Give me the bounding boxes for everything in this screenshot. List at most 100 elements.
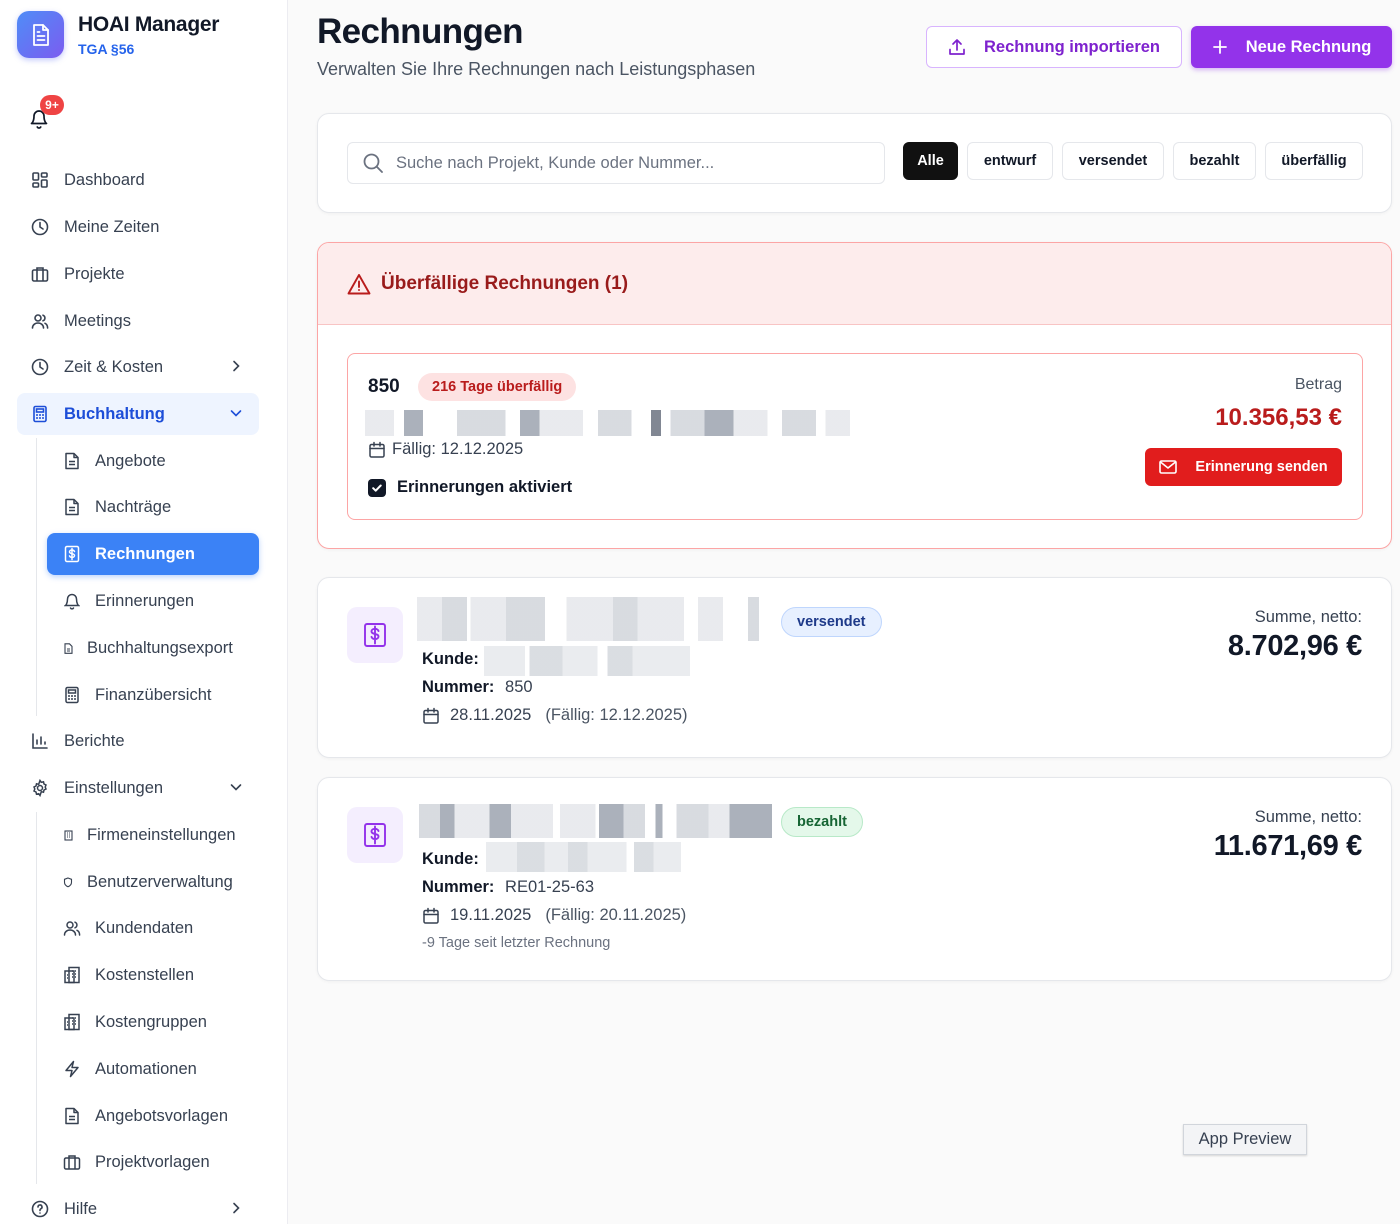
- reminders-checkbox[interactable]: [368, 478, 386, 497]
- sidebar-item-label: Finanzübersicht: [95, 685, 212, 704]
- search-input[interactable]: [396, 153, 866, 173]
- invoice-date: 28.11.2025 (Fällig: 12.12.2025): [422, 706, 688, 725]
- sidebar-item-label: Buchhaltung: [64, 404, 165, 423]
- redacted-customer-name: [486, 842, 681, 872]
- sidebar-item-label: Projektvorlagen: [95, 1152, 210, 1171]
- invoice-number: 850: [505, 678, 533, 696]
- overdue-invoice[interactable]: 850 216 Tage überfällig Fällig: 12.12.20…: [347, 353, 1363, 520]
- sidebar-item-projekte[interactable]: Projekte: [17, 253, 259, 295]
- invoice-due-text: (Fällig: 20.11.2025): [545, 906, 687, 924]
- invoice-card[interactable]: bezahlt Kunde: Nummer: RE01-25-63 19.11.…: [317, 777, 1392, 981]
- sidebar-item-kostengruppen[interactable]: Kostengruppen: [47, 1001, 259, 1043]
- sidebar-item-label: Angebote: [95, 451, 166, 470]
- sidebar-item-rechnungen[interactable]: Rechnungen: [47, 533, 259, 575]
- invoice-sum: 8.702,96 €: [1227, 630, 1362, 662]
- sidebar-item-firmeneinstellungen[interactable]: Firmeneinstellungen: [47, 814, 259, 856]
- sidebar-item-buchhaltung[interactable]: Buchhaltung: [17, 393, 259, 435]
- help-circle-icon: [30, 1199, 50, 1219]
- number-label: Nummer:: [422, 878, 495, 896]
- sidebar-item-erinnerungen[interactable]: Erinnerungen: [47, 580, 259, 622]
- document-icon: [17, 11, 64, 58]
- clock-icon: [30, 217, 50, 237]
- invoice-number: 850: [368, 376, 400, 397]
- customer-line: Kunde:: [422, 850, 479, 869]
- number-line: Nummer: RE01-25-63: [422, 878, 594, 897]
- filter-ueberfaellig[interactable]: überfällig: [1265, 142, 1363, 180]
- sum-label: Summe, netto:: [1254, 608, 1362, 626]
- sidebar-item-meine-zeiten[interactable]: Meine Zeiten: [17, 206, 259, 248]
- sidebar-item-finanzuebersicht[interactable]: Finanzübersicht: [47, 674, 259, 716]
- sidebar-item-einstellungen[interactable]: Einstellungen: [17, 767, 259, 809]
- status-badge: bezahlt: [781, 807, 863, 837]
- search-card: Alle entwurf versendet bezahlt überfälli…: [317, 113, 1392, 213]
- invoice-date-text: 19.11.2025: [450, 906, 532, 924]
- reminders-toggle[interactable]: Erinnerungen aktiviert: [368, 478, 572, 497]
- overdue-title: Überfällige Rechnungen (1): [381, 272, 629, 294]
- sidebar-item-label: Kostenstellen: [95, 965, 195, 984]
- briefcase-icon: [30, 264, 50, 284]
- tree-line: [36, 812, 37, 1184]
- sum-label: Summe, netto:: [1254, 808, 1362, 826]
- sidebar-item-benutzerverwaltung[interactable]: Benutzerverwaltung: [47, 861, 259, 903]
- filter-alle[interactable]: Alle: [903, 142, 958, 180]
- sidebar-item-angebote[interactable]: Angebote: [47, 440, 259, 482]
- sidebar-item-buchhaltungsexport[interactable]: Buchhaltungsexport: [47, 627, 259, 669]
- notification-badge: 9+: [40, 95, 64, 115]
- users-icon: [63, 919, 81, 937]
- bell-icon: [63, 592, 81, 610]
- building-icon: [63, 966, 81, 984]
- sidebar-item-nachtraege[interactable]: Nachträge: [47, 486, 259, 528]
- building-icon: [63, 1013, 81, 1031]
- invoice-note: -9 Tage seit letzter Rechnung: [422, 935, 611, 951]
- lightning-icon: [63, 1060, 81, 1078]
- plus-icon: [1212, 40, 1227, 54]
- sidebar-item-label: Berichte: [64, 731, 125, 750]
- send-reminder-button[interactable]: Erinnerung senden: [1145, 448, 1342, 486]
- calendar-icon: [423, 707, 439, 724]
- briefcase-icon: [63, 1153, 81, 1171]
- sidebar-item-zeit-kosten[interactable]: Zeit & Kosten: [17, 346, 259, 388]
- sidebar-item-label: Zeit & Kosten: [64, 357, 164, 376]
- brand[interactable]: HOAI Manager TGA §56: [17, 11, 219, 58]
- sidebar-item-hilfe[interactable]: Hilfe: [17, 1188, 259, 1224]
- due-date-text: Fällig: 12.12.2025: [392, 440, 524, 458]
- sidebar-item-kostenstellen[interactable]: Kostenstellen: [47, 954, 259, 996]
- new-invoice-label: Neue Rechnung: [1245, 37, 1372, 56]
- sidebar-item-angebotsvorlagen[interactable]: Angebotsvorlagen: [47, 1095, 259, 1137]
- gear-icon: [30, 778, 50, 798]
- sidebar-item-berichte[interactable]: Berichte: [17, 720, 259, 762]
- building-icon: [63, 826, 73, 844]
- app-title: HOAI Manager: [78, 12, 220, 36]
- users-icon: [30, 311, 50, 331]
- search-box[interactable]: [347, 142, 885, 184]
- sidebar-item-label: Erinnerungen: [95, 591, 195, 610]
- sidebar-item-meetings[interactable]: Meetings: [17, 300, 259, 342]
- new-invoice-button[interactable]: Neue Rechnung: [1191, 26, 1392, 68]
- sidebar-item-automationen[interactable]: Automationen: [47, 1048, 259, 1090]
- sidebar-item-label: Projekte: [64, 264, 125, 283]
- document-icon: [63, 498, 81, 516]
- import-invoice-button[interactable]: Rechnung importieren: [926, 26, 1182, 68]
- chevron-right-icon: [233, 360, 240, 372]
- filter-versendet[interactable]: versendet: [1062, 142, 1164, 180]
- invoice-number: RE01-25-63: [505, 878, 595, 896]
- overdue-header: Überfällige Rechnungen (1): [318, 243, 1391, 325]
- filter-entwurf[interactable]: entwurf: [967, 142, 1053, 180]
- sidebar-item-label: Firmeneinstellungen: [87, 825, 236, 844]
- sidebar-item-dashboard[interactable]: Dashboard: [17, 159, 259, 201]
- clock-icon: [30, 357, 50, 377]
- customer-label: Kunde:: [422, 850, 479, 868]
- overdue-section: Überfällige Rechnungen (1) 850 216 Tage …: [317, 242, 1392, 549]
- sidebar-item-label: Rechnungen: [95, 544, 195, 563]
- overdue-amount: 10.356,53 €: [1215, 404, 1342, 431]
- due-date: Fällig: 12.12.2025: [368, 440, 523, 459]
- tree-line: [36, 438, 37, 716]
- sidebar-item-kundendaten[interactable]: Kundendaten: [47, 907, 259, 949]
- sidebar-item-projektvorlagen[interactable]: Projektvorlagen: [47, 1141, 259, 1183]
- number-label: Nummer:: [422, 678, 495, 696]
- filter-bezahlt[interactable]: bezahlt: [1173, 142, 1256, 180]
- status-badge: versendet: [781, 607, 882, 637]
- sidebar-item-label: Angebotsvorlagen: [95, 1106, 229, 1125]
- overdue-badge: 216 Tage überfällig: [418, 373, 577, 401]
- invoice-card[interactable]: versendet Kunde: Nummer: 850 28.11.2025 …: [317, 577, 1392, 758]
